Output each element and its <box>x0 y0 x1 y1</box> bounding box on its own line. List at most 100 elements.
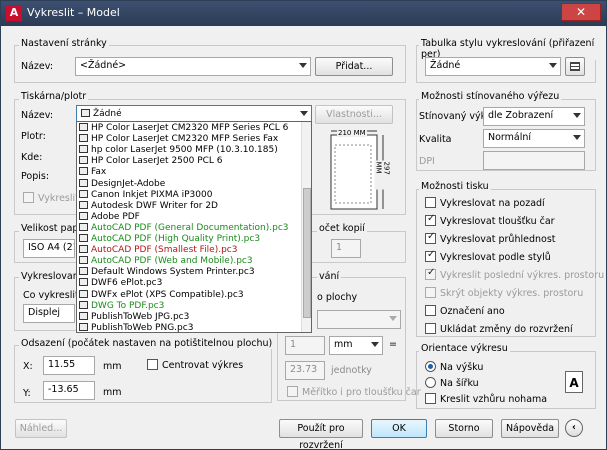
dropdown-item[interactable]: DWG To PDF.pc3 <box>77 300 302 312</box>
dropdown-item[interactable]: AutoCAD PDF (High Quality Print).pc3 <box>77 234 302 245</box>
checkbox-box <box>425 287 436 298</box>
dropdown-scrollbar[interactable] <box>301 122 311 332</box>
scrollbar-thumb[interactable] <box>303 188 311 318</box>
scale-combo[interactable] <box>317 310 401 329</box>
dropdown-item[interactable]: PublishToWeb JPG.pc3 <box>77 311 302 323</box>
copies-input[interactable]: 1 <box>331 239 361 258</box>
plot-option-label: Vykreslovat podle stylů <box>440 252 551 263</box>
quality-combo[interactable]: Normální <box>483 129 585 148</box>
dropdown-item[interactable]: AutoCAD PDF (General Documentation).pc3 <box>77 222 302 234</box>
orientation-preview-icon: A <box>565 371 583 393</box>
dropdown-item-label: hp color LaserJet 9500 MFP (10.3.10.185) <box>91 145 278 156</box>
plot-option-checkbox[interactable]: Ukládat změny do rozvržení <box>425 323 573 335</box>
plot-option-checkbox[interactable]: Skrýt objekty výkres. prostoru <box>425 287 583 299</box>
scale-value1-input[interactable]: 1 <box>285 336 325 355</box>
dropdown-item[interactable]: AutoCAD PDF (Web and Mobile).pc3 <box>77 256 302 267</box>
plotter-config-icon <box>79 322 88 331</box>
center-plot-checkbox[interactable]: Centrovat výkres <box>147 359 243 371</box>
style-table-combo[interactable]: Žádné <box>425 57 561 76</box>
plot-option-checkbox[interactable]: Vykreslovat tloušťku čar <box>425 213 555 227</box>
cancel-button[interactable]: Storno <box>435 419 493 438</box>
landscape-radio[interactable]: Na šířku <box>425 377 479 389</box>
checkbox-box <box>425 393 436 404</box>
apply-to-layout-button[interactable]: Použít pro rozvržení <box>279 419 363 450</box>
dropdown-item[interactable]: Fax <box>77 167 302 178</box>
scale-lineweights-checkbox[interactable]: Měřítko i pro tloušťku čar <box>287 386 421 398</box>
dropdown-item[interactable]: Default Windows System Printer.pc3 <box>77 267 302 278</box>
page-setup-name-value: <Žádné> <box>80 60 127 71</box>
paper-size-combo[interactable]: ISO A4 (210 <box>23 239 75 258</box>
scale-unit-value: mm <box>334 339 353 350</box>
printer-icon <box>81 109 90 117</box>
title-bar[interactable]: A Vykreslit – Model ✕ <box>1 1 606 26</box>
dropdown-item[interactable]: HP Color LaserJet CM2320 MFP Series PCL … <box>77 123 302 134</box>
plotter-config-icon <box>79 300 88 309</box>
add-page-setup-button[interactable]: Přidat... <box>315 57 393 76</box>
plot-option-checkbox[interactable]: Označení ano <box>425 305 505 317</box>
plotter-config-icon <box>79 311 88 320</box>
chevron-down-icon <box>549 63 557 68</box>
offset-x-input[interactable]: 11.55 <box>43 356 95 375</box>
what-to-plot-label: Co vykreslit: <box>23 290 82 301</box>
close-button[interactable]: ✕ <box>561 3 601 21</box>
ok-button[interactable]: OK <box>371 419 427 438</box>
description-label: Popis: <box>21 171 50 182</box>
page-setup-name-label: Název: <box>21 61 54 72</box>
checkbox-box <box>425 197 436 208</box>
dropdown-item[interactable]: HP Color LaserJet CM2320 MFP Series Fax <box>77 134 302 145</box>
scale-value2-input[interactable]: 23.73 <box>285 361 325 380</box>
equals-sign: = <box>389 339 397 350</box>
chevron-down-icon <box>389 316 397 321</box>
printer-group-label: Tiskárna/plotr <box>19 91 89 102</box>
offset-y-unit: mm <box>103 387 122 398</box>
dropdown-item[interactable]: DesignJet-Adobe <box>77 178 302 190</box>
dropdown-item[interactable]: DWFx ePlot (XPS Compatible).pc3 <box>77 289 302 301</box>
what-to-plot-combo[interactable]: Displej <box>23 304 75 323</box>
scale-group-label: vání <box>317 271 342 282</box>
dropdown-item-label: Fax <box>91 167 107 178</box>
plot-option-checkbox[interactable]: Vykreslovat na pozadí <box>425 197 545 209</box>
dpi-input[interactable] <box>483 151 585 170</box>
plotter-config-icon <box>79 222 88 231</box>
edit-table-icon <box>570 62 580 71</box>
upside-down-checkbox[interactable]: Kreslit vzhůru nohama <box>425 393 547 405</box>
portrait-radio[interactable]: Na výšku <box>425 361 483 373</box>
edit-style-table-button[interactable] <box>565 57 585 76</box>
dropdown-item[interactable]: Adobe PDF <box>77 211 302 223</box>
dropdown-item[interactable]: AutoCAD PDF (Smallest File).pc3 <box>77 245 302 256</box>
plot-option-label: Označení ano <box>440 306 505 317</box>
help-button[interactable]: Nápověda <box>501 419 559 438</box>
upside-down-label: Kreslit vzhůru nohama <box>440 394 548 405</box>
printer-properties-button[interactable]: Vlastnosti... <box>315 105 393 124</box>
window-title: Vykreslit – Model <box>27 6 120 19</box>
printer-name-current: Žádné <box>81 109 122 119</box>
collapse-options-icon[interactable]: ‹ <box>565 419 583 437</box>
dropdown-item-label: DWG To PDF.pc3 <box>91 300 165 311</box>
plotter-config-icon <box>79 234 88 242</box>
plot-dialog: A Vykreslit – Model ✕ Nastavení stránky … <box>0 0 607 450</box>
dropdown-item[interactable]: PublishToWeb PNG.pc3 <box>77 322 302 332</box>
preview-button[interactable]: Náhled... <box>15 419 67 438</box>
printer-icon <box>79 211 88 220</box>
dropdown-item[interactable]: HP Color LaserJet 2500 PCL 6 <box>77 156 302 167</box>
plot-option-checkbox[interactable]: Vykreslovat průhlednost <box>425 231 556 245</box>
shade-plot-combo[interactable]: dle Zobrazení <box>483 107 585 126</box>
printer-name-value: Žádné <box>93 109 122 119</box>
plot-option-checkbox[interactable]: Vykreslovat podle stylů <box>425 249 551 263</box>
plot-option-checkbox[interactable]: Vykreslit poslední výkres. prostoru <box>425 267 605 281</box>
plot-option-label: Skrýt objekty výkres. prostoru <box>440 288 584 299</box>
dropdown-item-label: Canon Inkjet PIXMA iP3000 <box>91 189 213 200</box>
plot-option-label: Vykreslit poslední výkres. prostoru <box>440 270 605 281</box>
printer-dropdown-list[interactable]: HP Color LaserJet CM2320 MFP Series PCL … <box>76 121 312 333</box>
dropdown-item[interactable]: Canon Inkjet PIXMA iP3000 <box>77 189 302 201</box>
dropdown-item[interactable]: DWF6 ePlot.pc3 <box>77 278 302 289</box>
offset-y-label: Y: <box>23 388 31 399</box>
page-setup-name-combo[interactable]: <Žádné> <box>75 57 311 76</box>
offset-x-label: X: <box>23 361 33 372</box>
offset-y-input[interactable]: -13.65 <box>43 381 95 400</box>
scale-unit-combo[interactable]: mm <box>329 336 383 355</box>
dropdown-item[interactable]: hp color LaserJet 9500 MFP (10.3.10.185) <box>77 145 302 156</box>
dropdown-item-label: DesignJet-Adobe <box>91 178 166 189</box>
dropdown-item[interactable]: Autodesk DWF Writer for 2D <box>77 200 302 212</box>
plot-option-label: Ukládat změny do rozvržení <box>440 324 573 335</box>
